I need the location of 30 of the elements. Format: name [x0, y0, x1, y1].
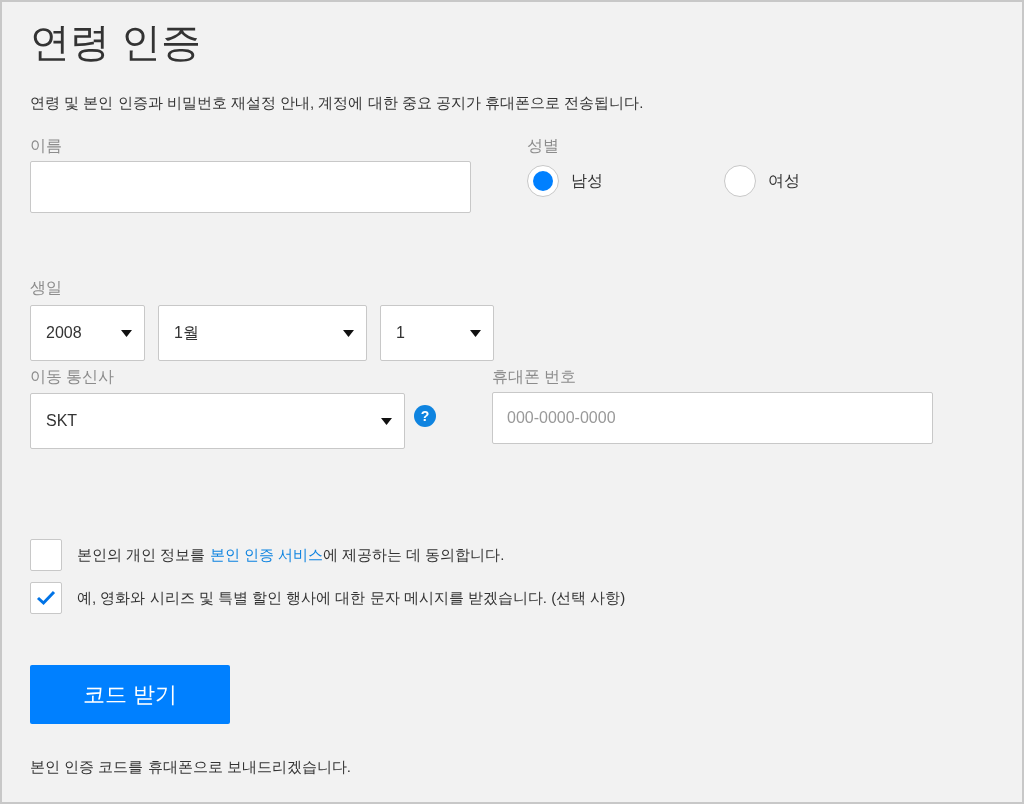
- caret-icon: [343, 329, 354, 337]
- checkbox[interactable]: [30, 539, 62, 571]
- help-button[interactable]: ?: [414, 405, 436, 427]
- radio-label[interactable]: 여성: [768, 169, 800, 193]
- checkbox[interactable]: [30, 582, 62, 614]
- birthday-dropdown[interactable]: 1월: [158, 305, 367, 361]
- page-title: 연령 인증: [30, 19, 202, 66]
- carrier-dropdown[interactable]: SKT: [30, 393, 405, 449]
- name-input-field[interactable]: [30, 161, 471, 213]
- consent-text: 본인의 개인 정보를 본인 인증 서비스에 제공하는 데 동의합니다.: [77, 544, 505, 565]
- radio-button[interactable]: [527, 165, 559, 197]
- caret-icon: [470, 329, 481, 337]
- birthday-dropdown[interactable]: 2008: [30, 305, 145, 361]
- description: 연령 및 본인 인증과 비밀번호 재설정 안내, 계정에 대한 중요 공지가 휴대폰으로 전송됩니다.: [30, 93, 644, 113]
- caret-icon: [381, 417, 392, 425]
- field-label: 이름: [30, 136, 62, 156]
- get-code-button[interactable]: 코드 받기: [30, 665, 230, 724]
- field-label: 성별: [527, 136, 559, 156]
- field-label: 이동 통신사: [30, 367, 115, 387]
- birthday-dropdown[interactable]: 1: [380, 305, 494, 361]
- service-link[interactable]: 본인 인증 서비스: [209, 545, 323, 563]
- phone-number-field[interactable]: 000-0000-0000: [492, 392, 933, 444]
- footer-note: 본인 인증 코드를 휴대폰으로 보내드리겠습니다.: [30, 757, 351, 777]
- caret-icon: [121, 329, 132, 337]
- field-label: 생일: [30, 278, 62, 298]
- radio-label[interactable]: 남성: [571, 169, 603, 193]
- consent-text: 예, 영화와 시리즈 및 특별 할인 행사에 대한 문자 메시지를 받겠습니다. (선택 사항): [77, 587, 626, 608]
- checkmark-icon: [36, 590, 56, 606]
- radio-button[interactable]: [724, 165, 756, 197]
- field-label: 휴대폰 번호: [492, 367, 577, 387]
